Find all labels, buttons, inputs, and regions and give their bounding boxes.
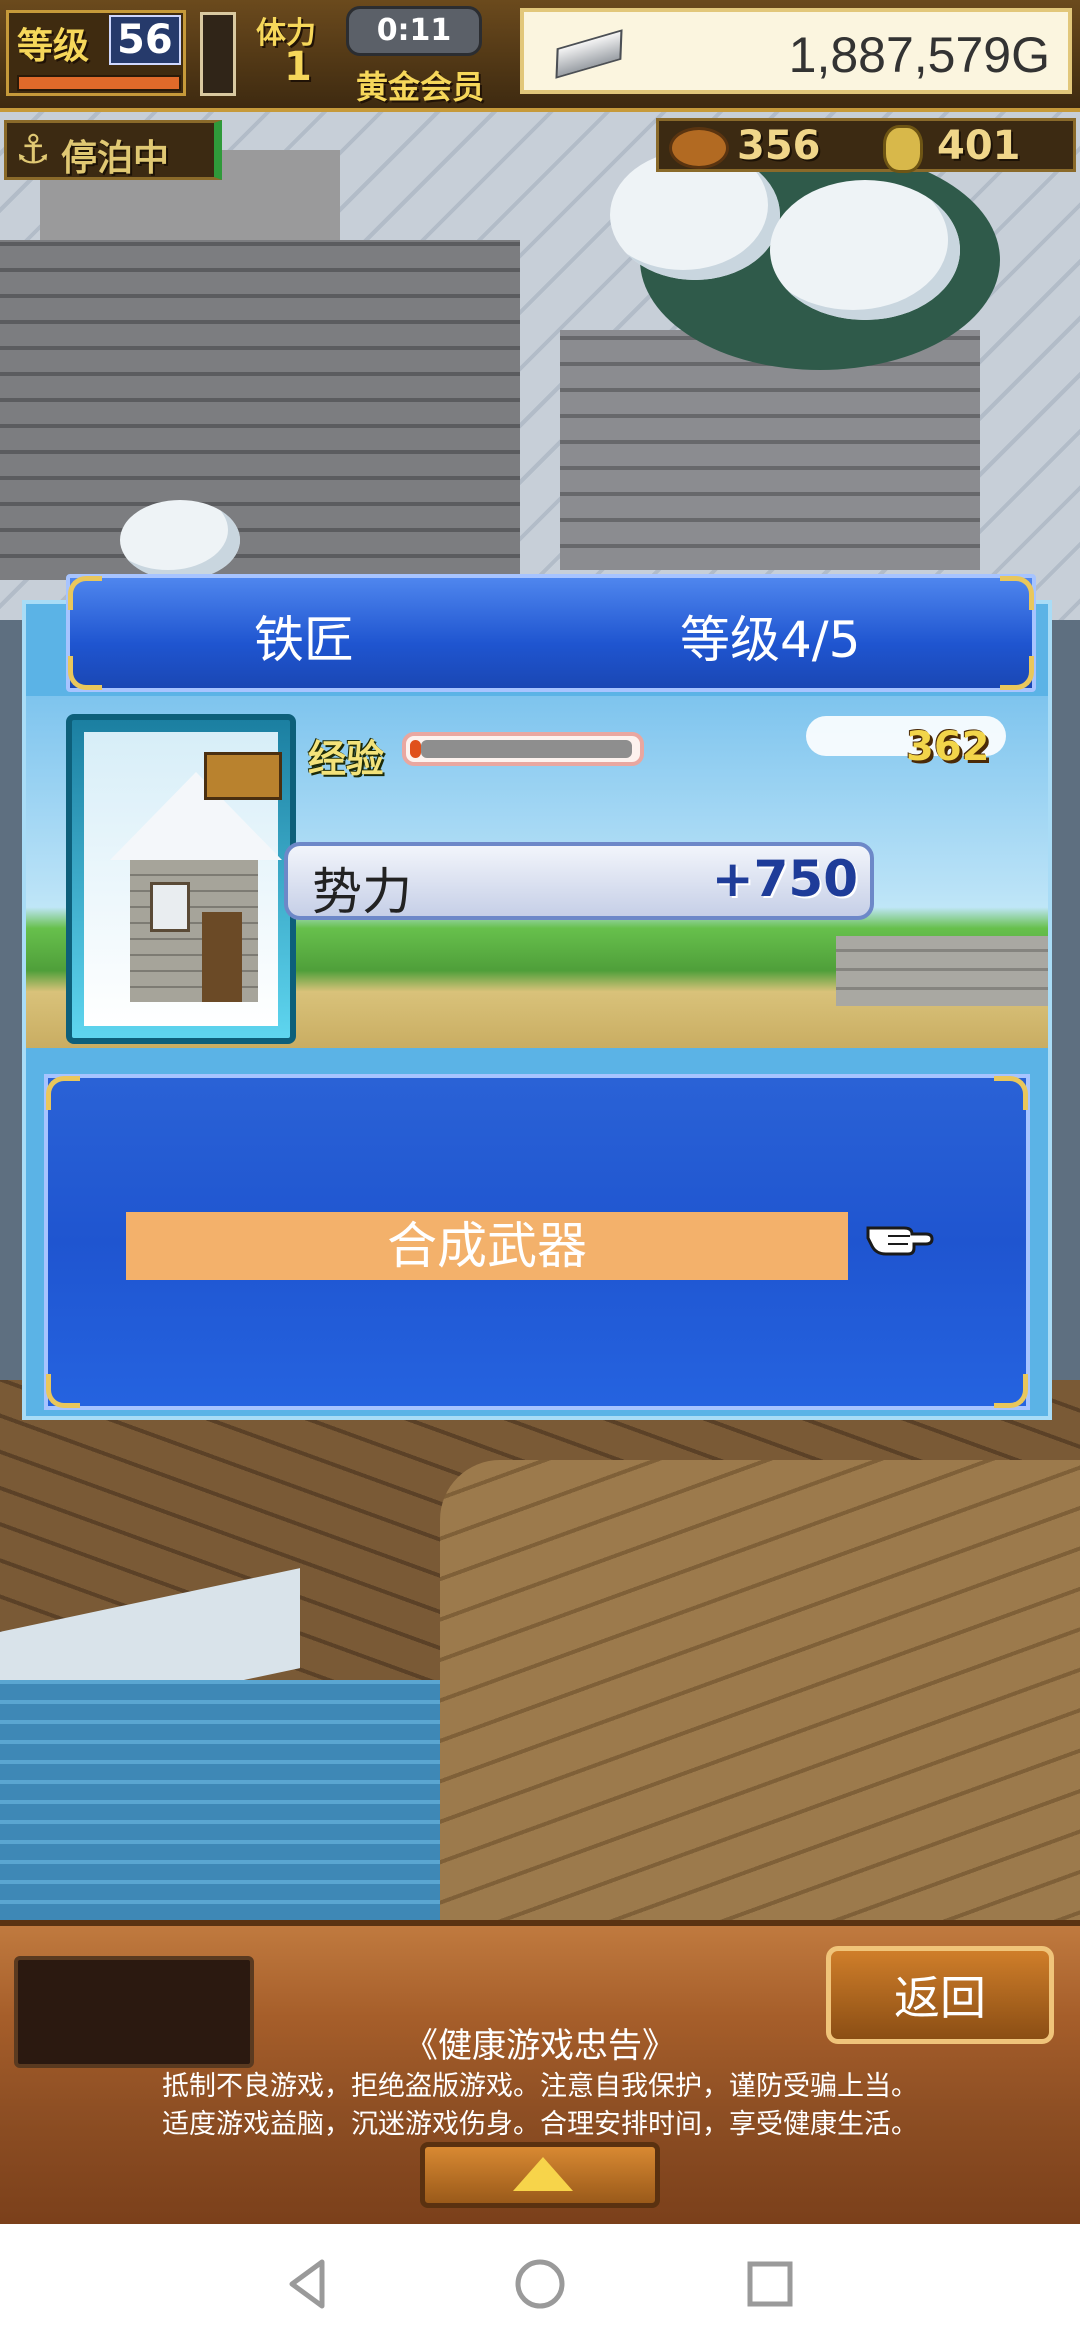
corner-ornament xyxy=(46,1076,80,1110)
dialog-header: 铁匠 等级4/5 xyxy=(66,574,1036,692)
harbor-water xyxy=(0,1680,440,1920)
meat-icon xyxy=(669,127,729,169)
power-value: +750 xyxy=(711,850,858,908)
castle-wall-left xyxy=(0,240,520,580)
resource-counter: 356 401 xyxy=(656,118,1076,173)
exp-value: 362 xyxy=(906,724,990,770)
health-notice-title: 《健康游戏忠告》 xyxy=(404,2026,676,2066)
building-portrait xyxy=(66,714,296,1044)
health-notice-line-1: 抵制不良游戏，拒绝盗版游戏。注意自我保护，谨防受骗上当。 xyxy=(162,2071,918,2102)
power-panel: 势力 +750 xyxy=(284,842,874,921)
building-dialog: 铁匠 等级4/5 经验 362 势力 +750 合成武器 xyxy=(22,574,1052,1420)
craft-weapon-button[interactable]: 合成武器 xyxy=(126,1212,848,1280)
corner-ornament xyxy=(1000,576,1034,610)
nav-back-icon[interactable] xyxy=(278,2254,338,2314)
coin-icon xyxy=(883,125,923,173)
top-hud: 等级 56 体力 1 0:11 黄金会员 1,887,579G xyxy=(0,0,1080,112)
exp-progress-bar xyxy=(402,732,644,766)
corner-ornament xyxy=(46,1374,80,1408)
membership-label[interactable]: 黄金会员 xyxy=(356,62,484,108)
bottom-bar: 返回 《健康游戏忠告》 抵制不良游戏，拒绝盗版游戏。注意自我保护，谨防受骗上当。… xyxy=(0,1920,1080,2230)
building-level: 等级4/5 xyxy=(680,611,861,669)
corner-ornament xyxy=(1000,656,1034,690)
corner-ornament xyxy=(68,576,102,610)
gold-value: 1,887,579G xyxy=(788,27,1050,83)
silver-ingot-icon xyxy=(555,29,623,79)
stamina-value: 1 xyxy=(284,44,312,90)
power-label: 势力 xyxy=(312,863,412,921)
play-timer: 0:11 xyxy=(346,6,482,56)
level-progress-bar xyxy=(17,75,181,91)
resource-2-value: 401 xyxy=(937,123,1021,169)
action-menu: 合成武器 xyxy=(44,1074,1030,1410)
up-triangle-icon xyxy=(513,2157,573,2191)
house-door xyxy=(202,912,242,1002)
exp-progress-fill xyxy=(410,740,421,758)
stone-wall xyxy=(836,936,1048,1006)
gold-display: 1,887,579G xyxy=(520,8,1072,94)
corner-ornament xyxy=(994,1374,1028,1408)
stamina-gauge xyxy=(200,12,236,96)
corner-ornament xyxy=(68,656,102,690)
building-name: 铁匠 xyxy=(254,611,354,669)
corner-ornament xyxy=(994,1076,1028,1110)
smithy-sign xyxy=(204,752,282,800)
snowy-bush xyxy=(120,500,240,580)
player-level-box: 等级 56 xyxy=(6,10,186,96)
castle-wall-right xyxy=(560,330,980,570)
pointing-hand-icon xyxy=(866,1226,934,1256)
level-value: 56 xyxy=(109,15,181,65)
dock-status-label: 停泊中 xyxy=(61,138,170,179)
exp-label: 经验 xyxy=(308,737,385,781)
level-label: 等级 xyxy=(17,26,90,67)
expand-menu-button[interactable] xyxy=(420,2142,660,2208)
nav-home-icon[interactable] xyxy=(510,2254,570,2314)
health-notice-line-2: 适度游戏益脑，沉迷游戏伤身。合理安排时间，享受健康生活。 xyxy=(162,2109,918,2140)
nav-recent-icon[interactable] xyxy=(740,2254,800,2314)
portrait-frame xyxy=(84,732,282,1026)
dock-status-badge[interactable]: ⚓ 停泊中 xyxy=(4,120,222,180)
house-window xyxy=(150,882,190,932)
snowy-tree xyxy=(770,180,960,320)
system-nav-bar xyxy=(0,2224,1080,2340)
anchor-icon: ⚓ xyxy=(15,127,51,173)
resource-1-value: 356 xyxy=(737,123,821,169)
exp-progress-remaining xyxy=(421,740,632,758)
ship-deck xyxy=(440,1460,1080,1920)
